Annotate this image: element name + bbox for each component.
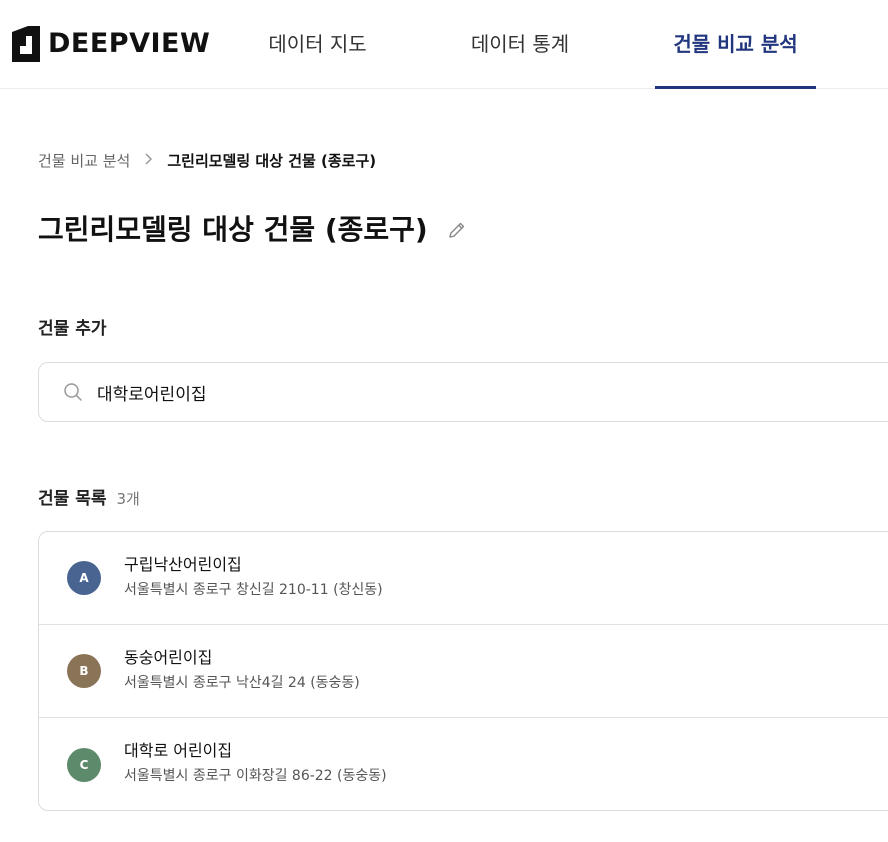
building-search-input[interactable]: [95, 381, 799, 403]
building-list: A 구립낙산어린이집 서울특별시 종로구 창신길 210-11 (창신동) B …: [38, 531, 888, 811]
logo-mark-icon: [12, 26, 40, 62]
search-icon: [64, 383, 82, 401]
list-item[interactable]: A 구립낙산어린이집 서울특별시 종로구 창신길 210-11 (창신동): [39, 532, 888, 625]
building-name: 동숭어린이집: [124, 648, 213, 667]
page-title: 그린리모델링 대상 건물 (종로구): [38, 213, 428, 246]
building-address: 서울특별시 종로구 이화장길 86-22 (동숭동): [124, 768, 387, 784]
page-title-row: 그린리모델링 대상 건물 (종로구): [38, 210, 468, 250]
tab-data-map[interactable]: 데이터 지도: [245, 0, 390, 88]
building-search-box[interactable]: [38, 362, 888, 422]
breadcrumb: 건물 비교 분석 그린리모델링 대상 건물 (종로구): [38, 150, 376, 171]
logo-text: DEEPVIEW: [48, 28, 211, 59]
building-name: 구립낙산어린이집: [124, 555, 242, 574]
avatar: C: [67, 747, 101, 782]
building-name: 대학로 어린이집: [124, 741, 233, 760]
avatar: A: [67, 561, 101, 595]
breadcrumb-parent-link[interactable]: 건물 비교 분석: [38, 150, 130, 171]
pencil-icon: [449, 222, 464, 238]
top-header: DEEPVIEW 데이터 지도 데이터 통계 건물 비교 분석: [0, 0, 888, 89]
tab-building-comparison[interactable]: 건물 비교 분석: [655, 0, 816, 89]
building-count: 3개: [116, 490, 140, 508]
logo[interactable]: DEEPVIEW: [12, 26, 210, 62]
edit-title-button[interactable]: [446, 219, 468, 241]
add-building-label: 건물 추가: [38, 319, 107, 339]
chevron-right-icon: [144, 152, 153, 169]
building-address: 서울특별시 종로구 창신길 210-11 (창신동): [124, 582, 383, 598]
building-address: 서울특별시 종로구 낙산4길 24 (동숭동): [124, 675, 360, 691]
list-item[interactable]: C 대학로 어린이집 서울특별시 종로구 이화장길 86-22 (동숭동): [39, 718, 888, 810]
building-list-header: 건물 목록 3개: [38, 484, 140, 509]
list-item[interactable]: B 동숭어린이집 서울특별시 종로구 낙산4길 24 (동숭동): [39, 625, 888, 718]
building-list-label: 건물 목록: [38, 489, 107, 509]
breadcrumb-current: 그린리모델링 대상 건물 (종로구): [167, 152, 377, 170]
tab-data-statistics[interactable]: 데이터 통계: [445, 0, 595, 88]
avatar: B: [67, 654, 101, 688]
